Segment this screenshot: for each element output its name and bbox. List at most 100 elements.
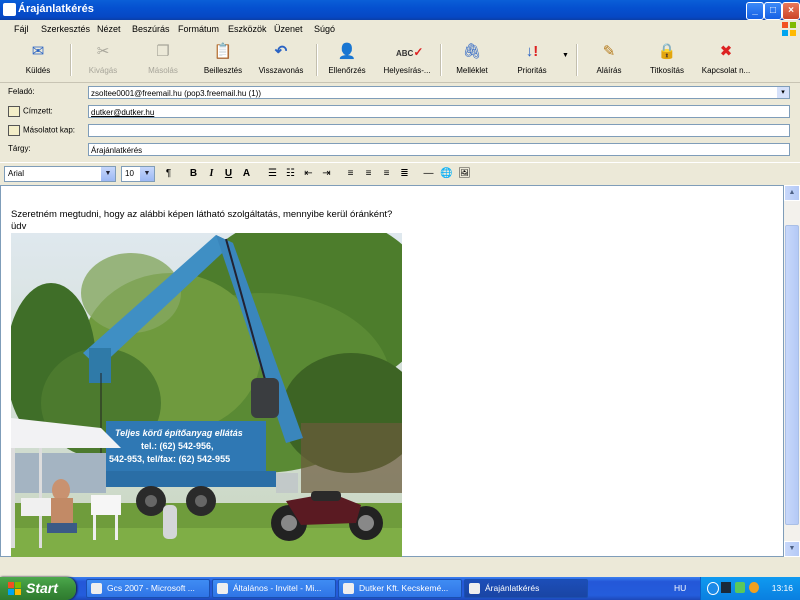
to-field[interactable]: dutker@dutker.hu: [88, 105, 790, 118]
toolbar: ✉ Küldés ✂ Kivágás ❐ Másolás 📋 Beilleszt…: [0, 38, 800, 83]
encrypt-label: Titkosítás: [650, 66, 684, 75]
body-text: Szeretném megtudni, hogy az alábbi képen…: [11, 209, 392, 233]
message-body[interactable]: Szeretném megtudni, hogy az alábbi képen…: [0, 185, 784, 557]
decrease-indent-icon[interactable]: ⇤: [301, 167, 316, 181]
clipboard-icon: 📋: [213, 43, 233, 60]
chevron-down-icon[interactable]: ▾: [777, 87, 789, 98]
work-offline-button[interactable]: ✖ Kapcsolat n...: [697, 40, 755, 80]
task-button[interactable]: Általános - Invitel - Mi...: [212, 579, 336, 598]
tray-icon[interactable]: [749, 582, 759, 593]
font-color-icon[interactable]: A: [239, 167, 254, 181]
vertical-scrollbar[interactable]: ▲ ▼: [784, 185, 800, 557]
truck-sign-line: 542-953, tel/fax: (62) 542-955: [109, 454, 230, 464]
subject-field[interactable]: Árajánlatkérés: [88, 143, 790, 156]
bulleted-list-icon[interactable]: ☷: [283, 167, 298, 181]
font-value: Arial: [8, 169, 25, 178]
language-indicator[interactable]: HU: [674, 583, 686, 593]
to-button[interactable]: Címzett:: [8, 106, 53, 117]
copy-label: Másolás: [148, 66, 178, 75]
sign-button[interactable]: ✎ Aláírás: [580, 40, 638, 80]
chevron-down-icon[interactable]: ▼: [101, 167, 115, 181]
message-headers: Feladó: zsoltee0001@freemail.hu (pop3.fr…: [0, 83, 800, 159]
clock[interactable]: 13:16: [772, 583, 793, 593]
address-book-icon: [8, 106, 20, 117]
priority-dropdown-icon[interactable]: ▼: [562, 52, 569, 59]
chevron-down-icon[interactable]: ▼: [140, 167, 154, 181]
menu-edit[interactable]: Szerkesztés: [41, 24, 90, 34]
title-bar[interactable]: Árajánlatkérés _ □ ×: [0, 0, 800, 20]
spelling-button[interactable]: ABC✓ Helyesírás-...: [378, 40, 436, 80]
send-label: Küldés: [25, 66, 51, 75]
maximize-button[interactable]: □: [764, 2, 782, 20]
task-button-active[interactable]: Árajánlatkérés: [464, 579, 588, 598]
task-button[interactable]: Dutker Kft. Kecskemé...: [338, 579, 462, 598]
menu-insert[interactable]: Beszúrás: [132, 24, 170, 34]
numbered-list-icon[interactable]: ☰: [265, 167, 280, 181]
menu-format[interactable]: Formátum: [178, 24, 219, 34]
scroll-thumb[interactable]: [785, 225, 799, 525]
window-icon: [91, 583, 102, 594]
truck-photo[interactable]: Teljes körű építőanyag ellátás tel.: (62…: [11, 233, 402, 557]
toolbar-separator: [70, 44, 72, 76]
scroll-down-icon[interactable]: ▼: [784, 541, 800, 557]
lock-icon: 🔒: [657, 43, 677, 60]
window-icon: [217, 583, 228, 594]
underline-icon[interactable]: U: [221, 167, 236, 181]
italic-icon[interactable]: I: [204, 167, 219, 181]
undo-label: Visszavonás: [258, 66, 304, 75]
copy-button[interactable]: ❐ Másolás: [134, 40, 192, 80]
increase-indent-icon[interactable]: ⇥: [319, 167, 334, 181]
bold-icon[interactable]: B: [186, 167, 201, 181]
paste-button[interactable]: 📋 Beillesztés: [194, 40, 252, 80]
spelling-label: Helyesírás-...: [383, 66, 431, 75]
start-button[interactable]: Start: [0, 577, 76, 600]
font-size-select[interactable]: 10 ▼: [121, 166, 155, 182]
task-label: Árajánlatkérés: [485, 583, 540, 593]
menu-view[interactable]: Nézet: [97, 24, 121, 34]
body-line: üdv: [11, 221, 27, 232]
sign-certificate-icon: ✎: [602, 43, 616, 60]
insert-picture-icon[interactable]: 🖼: [457, 167, 472, 181]
menu-file[interactable]: Fájl: [14, 24, 29, 34]
spelling-abc-icon: ABC✓: [396, 45, 424, 59]
paragraph-style-icon[interactable]: ¶: [161, 167, 176, 181]
cc-field[interactable]: [88, 124, 790, 137]
task-label: Általános - Invitel - Mi...: [233, 583, 322, 593]
check-names-button[interactable]: 👤 Ellenőrzés: [318, 40, 376, 80]
cc-button[interactable]: Másolatot kap:: [8, 125, 75, 136]
priority-button[interactable]: ↓! Prioritás: [503, 40, 561, 80]
scroll-up-icon[interactable]: ▲: [784, 185, 800, 201]
tray-icon[interactable]: [707, 582, 719, 595]
align-center-icon[interactable]: ≡: [361, 167, 376, 181]
tray-icon[interactable]: [721, 582, 731, 593]
close-button[interactable]: ×: [782, 2, 800, 20]
undo-arrow-icon: ↶: [274, 43, 288, 60]
copy-icon: ❐: [156, 43, 170, 60]
address-book-icon: [8, 125, 20, 136]
cut-button[interactable]: ✂ Kivágás: [74, 40, 132, 80]
menu-message[interactable]: Üzenet: [274, 24, 303, 34]
encrypt-button[interactable]: 🔒 Titkosítás: [638, 40, 696, 80]
subject-label: Tárgy:: [8, 144, 31, 153]
tray-icon[interactable]: [735, 582, 745, 593]
task-button[interactable]: Gcs 2007 - Microsoft ...: [86, 579, 210, 598]
menu-tools[interactable]: Eszközök: [228, 24, 267, 34]
minimize-button[interactable]: _: [746, 2, 764, 20]
truck-crane-image: Teljes körű építőanyag ellátás tel.: (62…: [11, 233, 402, 557]
undo-button[interactable]: ↶ Visszavonás: [252, 40, 310, 80]
priority-icon: ↓!: [525, 43, 539, 60]
align-left-icon[interactable]: ≡: [343, 167, 358, 181]
truck-sign-line: Teljes körű építőanyag ellátás: [115, 428, 243, 438]
font-select[interactable]: Arial ▼: [4, 166, 116, 182]
align-right-icon[interactable]: ≡: [379, 167, 394, 181]
justify-icon[interactable]: ≣: [397, 167, 412, 181]
from-select[interactable]: zsoltee0001@freemail.hu (pop3.freemail.h…: [88, 86, 790, 99]
send-button[interactable]: ✉ Küldés: [9, 40, 67, 80]
menu-bar: Fájl Szerkesztés Nézet Beszúrás Formátum…: [0, 20, 800, 39]
send-icon: ✉: [31, 43, 45, 60]
horizontal-line-icon[interactable]: —: [421, 167, 436, 181]
hyperlink-icon[interactable]: 🌐: [439, 167, 454, 181]
menu-help[interactable]: Súgó: [314, 24, 335, 34]
attach-button[interactable]: 🖇 Melléklet: [443, 40, 501, 80]
windows-logo-icon: [8, 582, 21, 595]
